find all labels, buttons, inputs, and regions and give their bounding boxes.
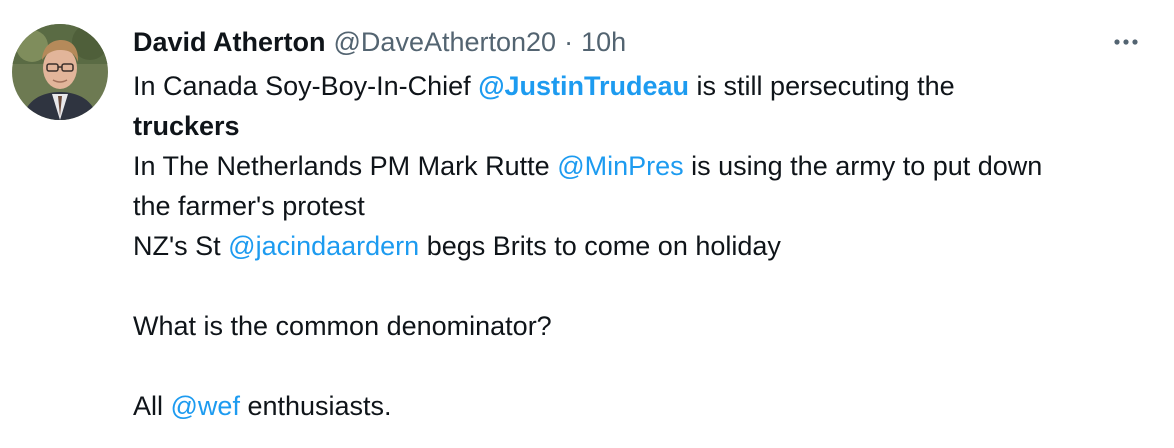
tweet-text-segment: In The Netherlands PM Mark Rutte <box>133 151 558 181</box>
avatar[interactable] <box>12 24 108 120</box>
author-display-name[interactable]: David Atherton <box>133 22 326 62</box>
tweet-header: David Atherton @DaveAtherton20 · 10h <box>133 22 626 62</box>
tweet-text-segment: enthusiasts. <box>239 391 392 421</box>
mention-justintrudeau[interactable]: @JustinTrudeau <box>478 71 689 101</box>
tweet-line-7: All @wef enthusiasts. <box>133 386 1163 426</box>
tweet-text-segment: is using the army to put down <box>683 151 1043 181</box>
tweet-timestamp[interactable]: 10h <box>581 22 626 62</box>
mention-minpres[interactable]: @MinPres <box>557 151 683 181</box>
mention-jacindaardern[interactable]: @jacindaardern <box>228 231 419 261</box>
tweet-line-4: the farmer's protest <box>133 186 1163 226</box>
tweet-line-2: truckers <box>133 106 1163 146</box>
tweet-line-1: In Canada Soy-Boy-In-Chief @JustinTrudea… <box>133 66 1163 106</box>
header-separator: · <box>564 27 574 57</box>
tweet-text: In Canada Soy-Boy-In-Chief @JustinTrudea… <box>133 66 1163 426</box>
tweet-line-3: In The Netherlands PM Mark Rutte @MinPre… <box>133 146 1163 186</box>
more-horizontal-icon <box>1114 39 1138 45</box>
author-handle[interactable]: @DaveAtherton20 <box>334 22 557 62</box>
tweet-text-segment: What is the common denominator? <box>133 311 552 341</box>
tweet-text-segment: begs Brits to come on holiday <box>419 231 781 261</box>
avatar-photo <box>12 24 108 120</box>
tweet-text-segment: NZ's St <box>133 231 229 261</box>
tweet[interactable]: David Atherton @DaveAtherton20 · 10h In … <box>0 0 1174 448</box>
tweet-line-6: What is the common denominator? <box>133 306 1163 346</box>
tweet-text-segment: is still persecuting the <box>689 71 955 101</box>
mention-wef[interactable]: @wef <box>171 391 240 421</box>
tweet-bold-text: truckers <box>133 111 240 141</box>
tweet-line-5: NZ's St @jacindaardern begs Brits to com… <box>133 226 1163 266</box>
more-options-button[interactable] <box>1106 30 1146 54</box>
tweet-text-segment: All <box>133 391 171 421</box>
tweet-text-segment: the farmer's protest <box>133 191 365 221</box>
tweet-text-segment: In Canada Soy-Boy-In-Chief <box>133 71 479 101</box>
